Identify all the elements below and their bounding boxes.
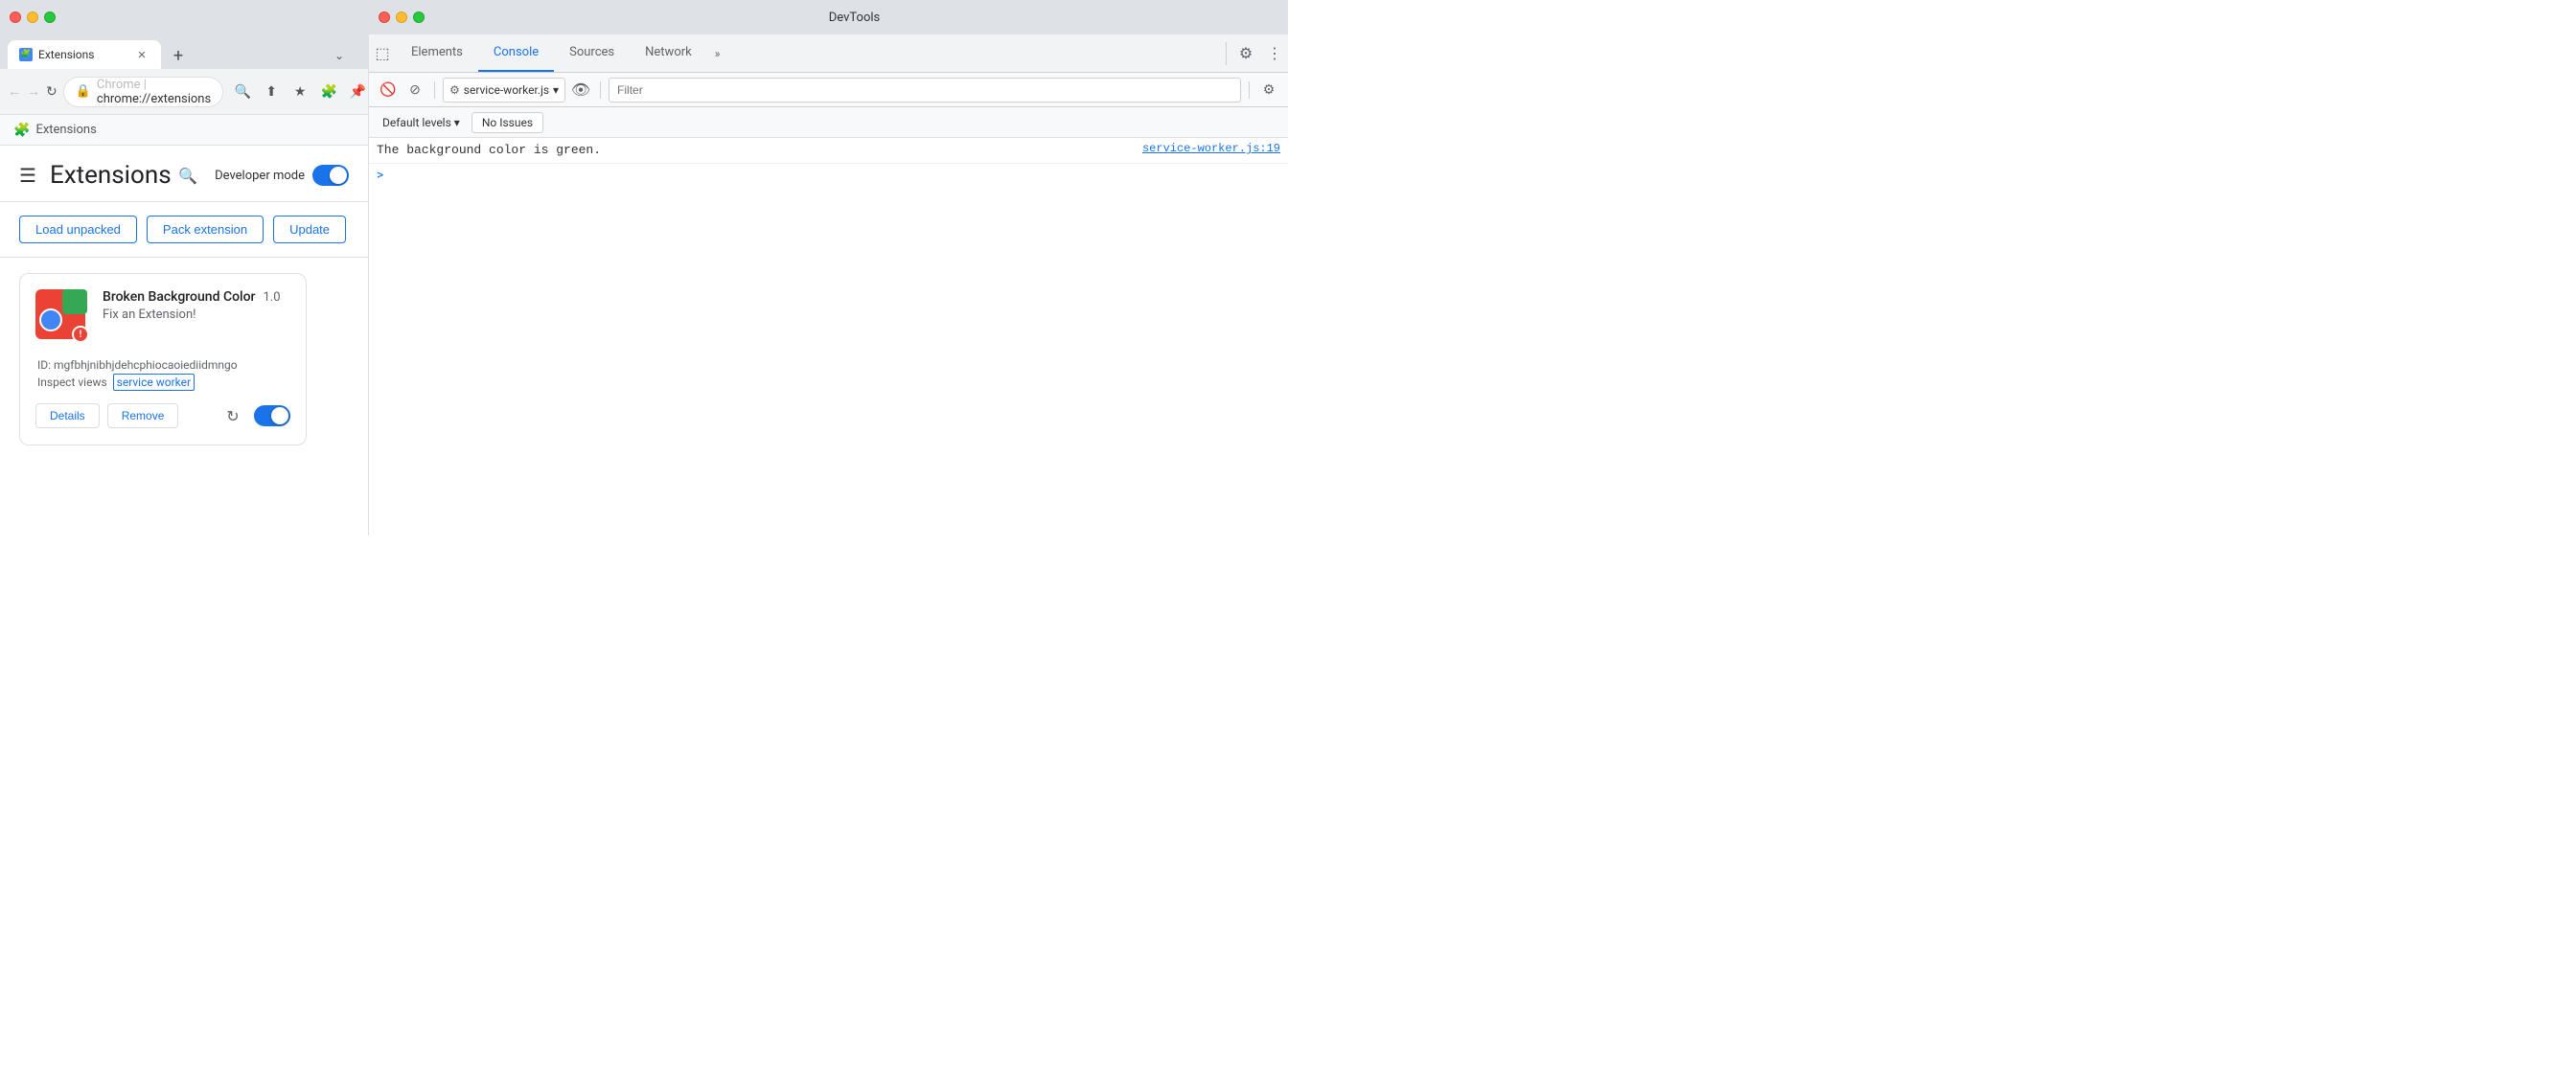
icon-blue-circle bbox=[39, 308, 62, 331]
extensions-tab[interactable]: 🧩 Extensions ✕ bbox=[8, 40, 161, 69]
devtools-tabs: ⬚ Elements Console Sources Network » ⚙ ⋮ bbox=[369, 34, 1288, 73]
maximize-button[interactable] bbox=[44, 11, 56, 23]
context-selector[interactable]: ⚙ service-worker.js ▾ bbox=[443, 78, 565, 103]
extensions-content: ☰ Extensions 🔍 Developer mode Load unpac… bbox=[0, 146, 368, 536]
reload-button[interactable]: ↻ bbox=[46, 79, 58, 105]
pin-icon[interactable]: 📌 bbox=[344, 79, 371, 105]
inspect-views: Inspect views service worker bbox=[35, 376, 290, 389]
console-log-source[interactable]: service-worker.js:19 bbox=[1142, 142, 1280, 155]
extensions-header: ☰ Extensions 🔍 Developer mode bbox=[0, 146, 368, 202]
extension-reload-button[interactable]: ↻ bbox=[219, 402, 246, 429]
action-buttons: Load unpacked Pack extension Update bbox=[0, 202, 368, 258]
inspect-element-icon[interactable]: ⬚ bbox=[369, 34, 396, 72]
developer-mode-toggle[interactable] bbox=[312, 165, 349, 186]
extension-icon-wrapper: ! bbox=[35, 289, 89, 343]
dt-minimize-button[interactable] bbox=[396, 11, 407, 23]
log-levels-arrow: ▾ bbox=[454, 116, 460, 129]
prompt-arrow: > bbox=[377, 168, 383, 183]
context-icon: ⚙ bbox=[449, 83, 460, 97]
back-button[interactable]: ← bbox=[8, 79, 21, 105]
chrome-window: 🧩 Extensions ✕ + ⌄ ← → ↻ 🔒 Chrome | chro… bbox=[0, 0, 369, 536]
extensions-title: Extensions bbox=[50, 161, 174, 190]
title-bar bbox=[0, 0, 368, 34]
hamburger-menu[interactable]: ☰ bbox=[19, 164, 36, 187]
pack-extension-button[interactable]: Pack extension bbox=[147, 216, 264, 243]
console-toolbar: 🚫 ⊘ ⚙ service-worker.js ▾ 👁 ⚙ bbox=[369, 73, 1288, 107]
tab-network[interactable]: Network bbox=[630, 34, 707, 72]
extension-id: ID: mgfbhjnibhjdehcphiocaoiediidmngo bbox=[35, 358, 290, 372]
tab-elements[interactable]: Elements bbox=[396, 34, 478, 72]
devtools-window: DevTools ⬚ Elements Console Sources Netw… bbox=[369, 0, 1288, 536]
no-issues-badge[interactable]: No Issues bbox=[472, 112, 543, 133]
context-dropdown-icon: ▾ bbox=[553, 83, 559, 97]
extension-error-badge: ! bbox=[72, 326, 89, 343]
log-levels-button[interactable]: Default levels ▾ bbox=[377, 114, 466, 131]
minimize-button[interactable] bbox=[27, 11, 38, 23]
omnibox-bar: ← → ↻ 🔒 Chrome | chrome://extensions 🔍 ⬆… bbox=[0, 69, 368, 115]
developer-mode-section: 🔍 Developer mode bbox=[174, 162, 349, 189]
search-extensions-button[interactable]: 🔍 bbox=[174, 162, 201, 189]
developer-mode-label: Developer mode bbox=[215, 169, 305, 183]
address-bar[interactable]: 🔒 Chrome | chrome://extensions bbox=[63, 77, 223, 107]
icon-green-block bbox=[62, 289, 87, 314]
details-button[interactable]: Details bbox=[35, 403, 100, 428]
extension-icon[interactable]: 🧩 bbox=[315, 79, 342, 105]
extension-name-row: Broken Background Color 1.0 bbox=[103, 289, 290, 305]
share-icon[interactable]: ⬆ bbox=[258, 79, 285, 105]
extension-card-bottom: Details Remove ↻ bbox=[35, 402, 290, 429]
tab-search-button[interactable]: ⌄ bbox=[326, 42, 353, 69]
tab-label: Extensions bbox=[38, 48, 94, 61]
log-levels-label: Default levels bbox=[382, 116, 451, 129]
extension-description: Fix an Extension! bbox=[103, 308, 290, 322]
tab-console[interactable]: Console bbox=[478, 34, 554, 72]
devtools-title-bar: DevTools bbox=[369, 0, 1288, 34]
dt-maximize-button[interactable] bbox=[413, 11, 425, 23]
bookmark-icon[interactable]: ★ bbox=[287, 79, 313, 105]
console-toolbar-levels: Default levels ▾ No Issues bbox=[369, 107, 1288, 138]
context-selector-label: service-worker.js bbox=[464, 83, 549, 97]
remove-button[interactable]: Remove bbox=[107, 403, 179, 428]
secure-icon: 🔒 bbox=[76, 84, 91, 99]
extension-version: 1.0 bbox=[264, 290, 281, 305]
extension-card: ! Broken Background Color 1.0 Fix an Ext… bbox=[19, 273, 307, 445]
breadcrumb-label: Extensions bbox=[35, 123, 96, 137]
extension-enabled-toggle[interactable] bbox=[254, 405, 290, 426]
tab-favicon: 🧩 bbox=[19, 48, 33, 61]
console-prompt-row: > bbox=[369, 164, 1288, 187]
tab-sources[interactable]: Sources bbox=[554, 34, 630, 72]
close-button[interactable] bbox=[10, 11, 21, 23]
url-text: Chrome | chrome://extensions bbox=[97, 78, 211, 106]
zoom-icon[interactable]: 🔍 bbox=[229, 79, 256, 105]
inspect-views-label: Inspect views bbox=[37, 376, 107, 389]
extension-cards-list: ! Broken Background Color 1.0 Fix an Ext… bbox=[0, 258, 368, 461]
console-output: The background color is green. service-w… bbox=[369, 138, 1288, 536]
breadcrumb: 🧩 Extensions bbox=[0, 115, 368, 146]
devtools-title: DevTools bbox=[430, 11, 1278, 25]
block-button[interactable]: ⊘ bbox=[403, 79, 426, 102]
new-tab-button[interactable]: + bbox=[165, 42, 192, 69]
service-worker-link[interactable]: service worker bbox=[113, 374, 195, 391]
filter-input[interactable] bbox=[609, 78, 1241, 103]
extension-info: Broken Background Color 1.0 Fix an Exten… bbox=[103, 289, 290, 322]
clear-console-button[interactable]: 🚫 bbox=[377, 79, 400, 102]
dt-close-button[interactable] bbox=[379, 11, 390, 23]
devtools-menu-button[interactable]: ⋮ bbox=[1261, 34, 1288, 72]
update-button[interactable]: Update bbox=[273, 216, 346, 243]
console-log-row: The background color is green. service-w… bbox=[369, 138, 1288, 164]
more-tabs-button[interactable]: » bbox=[707, 47, 728, 60]
console-log-text: The background color is green. bbox=[377, 142, 1127, 159]
breadcrumb-icon: 🧩 bbox=[13, 123, 30, 138]
forward-button[interactable]: → bbox=[27, 79, 40, 105]
tab-bar: 🧩 Extensions ✕ + ⌄ bbox=[0, 34, 368, 69]
url-scheme: Chrome | bbox=[97, 78, 147, 92]
load-unpacked-button[interactable]: Load unpacked bbox=[19, 216, 137, 243]
tab-close-button[interactable]: ✕ bbox=[134, 47, 150, 62]
extension-name: Broken Background Color bbox=[103, 289, 256, 305]
extension-card-top: ! Broken Background Color 1.0 Fix an Ext… bbox=[35, 289, 290, 343]
eye-button[interactable]: 👁 bbox=[569, 79, 592, 102]
devtools-settings-button[interactable]: ⚙ bbox=[1230, 34, 1261, 72]
console-settings-button[interactable]: ⚙ bbox=[1257, 79, 1280, 102]
